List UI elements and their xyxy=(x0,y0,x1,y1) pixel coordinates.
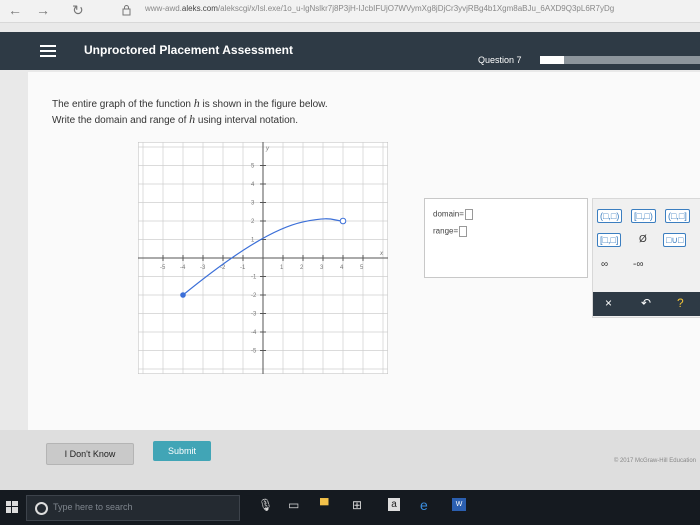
range-row: range= xyxy=(433,226,468,237)
question-footer: I Don't Know Submit © 2017 McGraw-Hill E… xyxy=(0,430,700,490)
submit-button[interactable]: Submit xyxy=(153,441,211,461)
taskbar-search-box[interactable]: Type here to search xyxy=(26,495,240,521)
help-button[interactable]: ? xyxy=(677,296,684,310)
task-view-icon[interactable]: ▭ xyxy=(288,498,299,512)
store-icon[interactable]: ⊞ xyxy=(352,498,362,512)
open-closed-interval-button[interactable]: (□,□] xyxy=(665,209,690,223)
closed-endpoint xyxy=(180,292,186,298)
amazon-icon[interactable]: a xyxy=(388,498,400,511)
dont-know-button[interactable]: I Don't Know xyxy=(46,443,134,465)
file-explorer-icon[interactable]: ▀ xyxy=(320,498,329,512)
y-tick-label: -3 xyxy=(251,312,257,318)
taskbar: Type here to search 🎙 ▭ ▀ ⊞ a e W xyxy=(0,490,700,525)
y-tick-label: -2 xyxy=(251,293,257,299)
closed-open-interval-button[interactable]: [□,□) xyxy=(631,209,656,223)
domain-row: domain= xyxy=(433,209,473,220)
back-arrow-icon[interactable]: ← xyxy=(8,2,22,18)
clear-button[interactable]: × xyxy=(605,296,612,310)
x-tick-label: -4 xyxy=(180,265,186,271)
word-icon[interactable]: W xyxy=(452,498,466,511)
question-number: Question 7 xyxy=(478,55,522,65)
action-bar: × ↶ ? xyxy=(593,292,700,316)
x-tick-label: -1 xyxy=(240,265,246,271)
function-graph: xy-5 -4 -3 -2 -1 1 2 3 4 554321-1-2-3-4-5 xyxy=(138,142,388,374)
range-input[interactable] xyxy=(459,226,468,237)
question-card: The entire graph of the function h is sh… xyxy=(28,72,700,462)
open-open-interval-button[interactable]: (□,□) xyxy=(597,209,623,223)
progress-bar xyxy=(540,56,700,64)
negative-infinity-button[interactable]: -∞ xyxy=(633,259,643,271)
infinity-button[interactable]: ∞ xyxy=(601,259,608,271)
y-tick-label: -5 xyxy=(251,349,257,355)
edge-browser-icon[interactable]: e xyxy=(420,498,428,512)
hamburger-menu-icon[interactable] xyxy=(40,42,56,60)
forward-arrow-icon[interactable]: → xyxy=(36,2,50,18)
copyright-notice: © 2017 McGraw-Hill Education xyxy=(613,458,696,464)
undo-button[interactable]: ↶ xyxy=(641,296,651,310)
search-placeholder: Type here to search xyxy=(53,502,133,512)
question-prompt: The entire graph of the function h is sh… xyxy=(52,96,328,126)
cortana-icon xyxy=(35,502,48,515)
microphone-icon[interactable]: 🎙 xyxy=(258,498,273,512)
union-button[interactable]: □∪□ xyxy=(663,233,687,247)
browser-toolbar: ← → ↻ www-awd.aleks.com/alekscgi/x/Isl.e… xyxy=(0,0,700,23)
open-endpoint xyxy=(339,217,347,225)
lock-icon xyxy=(122,5,131,16)
x-tick-label: -3 xyxy=(200,265,206,271)
refresh-icon[interactable]: ↻ xyxy=(72,2,84,19)
answer-box: domain= range= xyxy=(424,198,588,278)
closed-closed-interval-button[interactable]: [□,□] xyxy=(597,233,622,247)
empty-set-button[interactable]: Ø xyxy=(639,234,647,246)
windows-start-icon[interactable] xyxy=(6,501,18,513)
address-bar[interactable]: www-awd.aleks.com/alekscgi/x/Isl.exe/1o_… xyxy=(145,4,695,13)
domain-label: domain= xyxy=(433,209,464,219)
y-tick-label: -1 xyxy=(251,275,257,281)
page-title: Unproctored Placement Assessment xyxy=(84,43,293,57)
app-header: Unproctored Placement Assessment Questio… xyxy=(0,32,700,70)
domain-input[interactable] xyxy=(464,209,473,220)
x-tick-label: -5 xyxy=(160,265,166,271)
y-tick-label: -4 xyxy=(251,330,257,336)
range-label: range= xyxy=(433,226,459,236)
